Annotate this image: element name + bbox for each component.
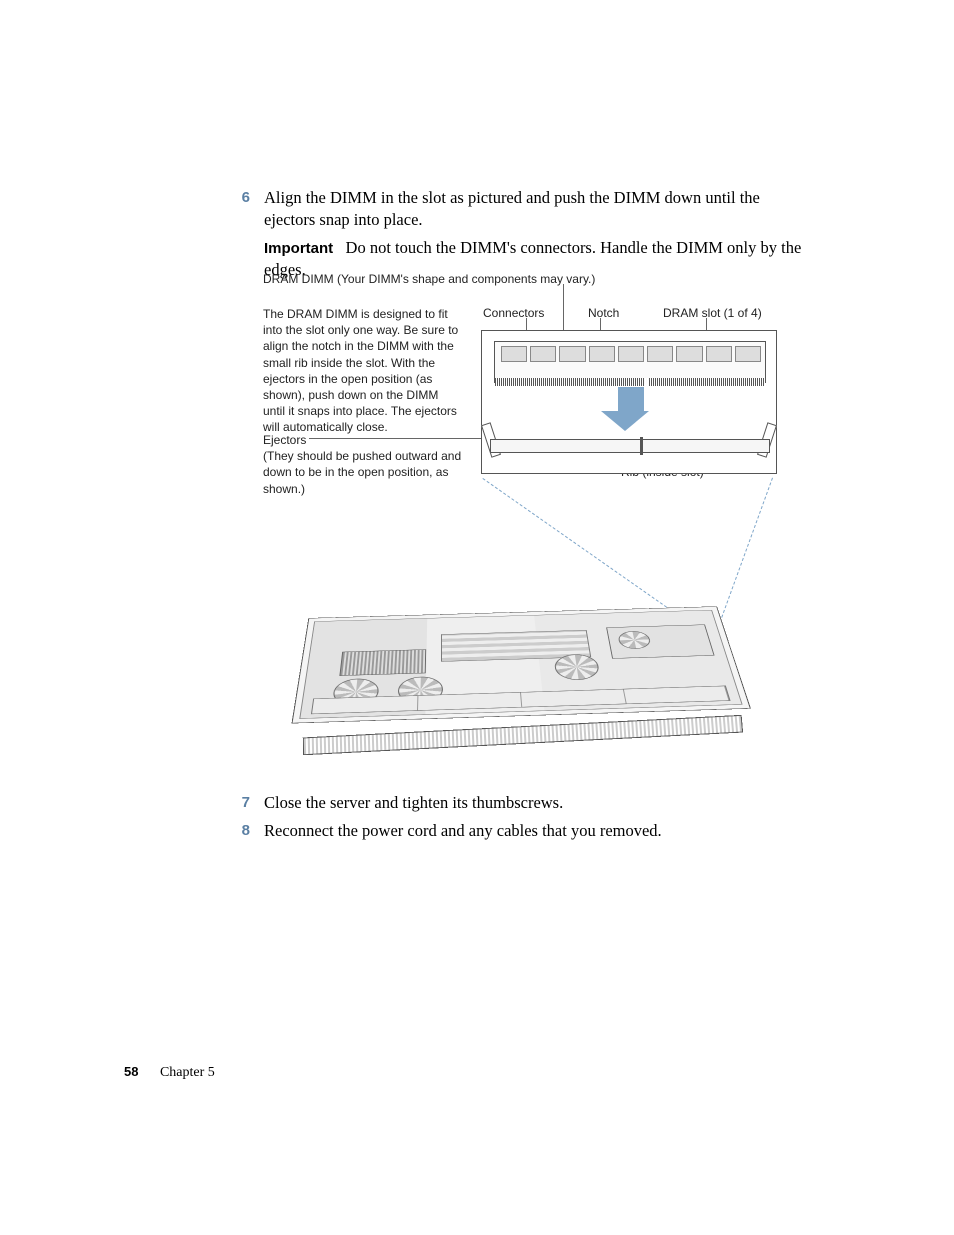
step-6: 6 Align the DIMM in the slot as pictured… xyxy=(228,187,810,232)
label-ejectors: Ejectors (They should be pushed outward … xyxy=(263,432,473,497)
dimm-notch-icon xyxy=(645,378,649,386)
dimm-pins-icon xyxy=(495,378,765,386)
dimm-chips-icon xyxy=(501,346,761,362)
step-number: 6 xyxy=(228,187,250,206)
step-number: 8 xyxy=(228,820,250,839)
dram-slot-icon xyxy=(490,439,770,453)
label-dram-slot: DRAM slot (1 of 4) xyxy=(663,306,762,320)
chapter-label: Chapter 5 xyxy=(160,1065,215,1080)
arrow-down-icon xyxy=(612,387,649,431)
server-chassis-icon xyxy=(291,606,750,723)
psu-icon xyxy=(606,624,714,658)
ejectors-note: (They should be pushed outward and down … xyxy=(263,449,461,495)
page-footer: 58 Chapter 5 xyxy=(124,1064,215,1081)
leader-line-ejector xyxy=(309,438,485,439)
slot-rib-icon xyxy=(640,437,643,455)
label-connectors: Connectors xyxy=(483,306,544,320)
dimm-diagram xyxy=(481,330,777,474)
fan-icon xyxy=(553,654,600,681)
step-8: 8 Reconnect the power cord and any cable… xyxy=(228,820,810,842)
figure-title: DRAM DIMM (Your DIMM's shape and compone… xyxy=(263,272,595,286)
psu-fan-icon xyxy=(617,631,652,650)
page: 6 Align the DIMM in the slot as pictured… xyxy=(0,0,954,1235)
step-7: 7 Close the server and tighten its thumb… xyxy=(228,792,810,814)
step-text: Align the DIMM in the slot as pictured a… xyxy=(250,187,810,232)
ejectors-title: Ejectors xyxy=(263,433,306,447)
step-text: Close the server and tighten its thumbsc… xyxy=(250,792,810,814)
server-interior-icon xyxy=(299,610,742,719)
important-label: Important xyxy=(264,240,333,257)
step-number: 7 xyxy=(228,792,250,811)
leader-line-title xyxy=(563,284,564,332)
dimm-module-icon xyxy=(494,341,766,383)
figure: DRAM DIMM (Your DIMM's shape and compone… xyxy=(263,272,783,782)
heatsink-icon xyxy=(339,649,426,676)
step-text: Reconnect the power cord and any cables … xyxy=(250,820,810,842)
label-notch: Notch xyxy=(588,306,619,320)
page-number: 58 xyxy=(124,1064,138,1079)
figure-instructions: The DRAM DIMM is designed to fit into th… xyxy=(263,306,463,436)
server-illustration xyxy=(263,496,783,776)
